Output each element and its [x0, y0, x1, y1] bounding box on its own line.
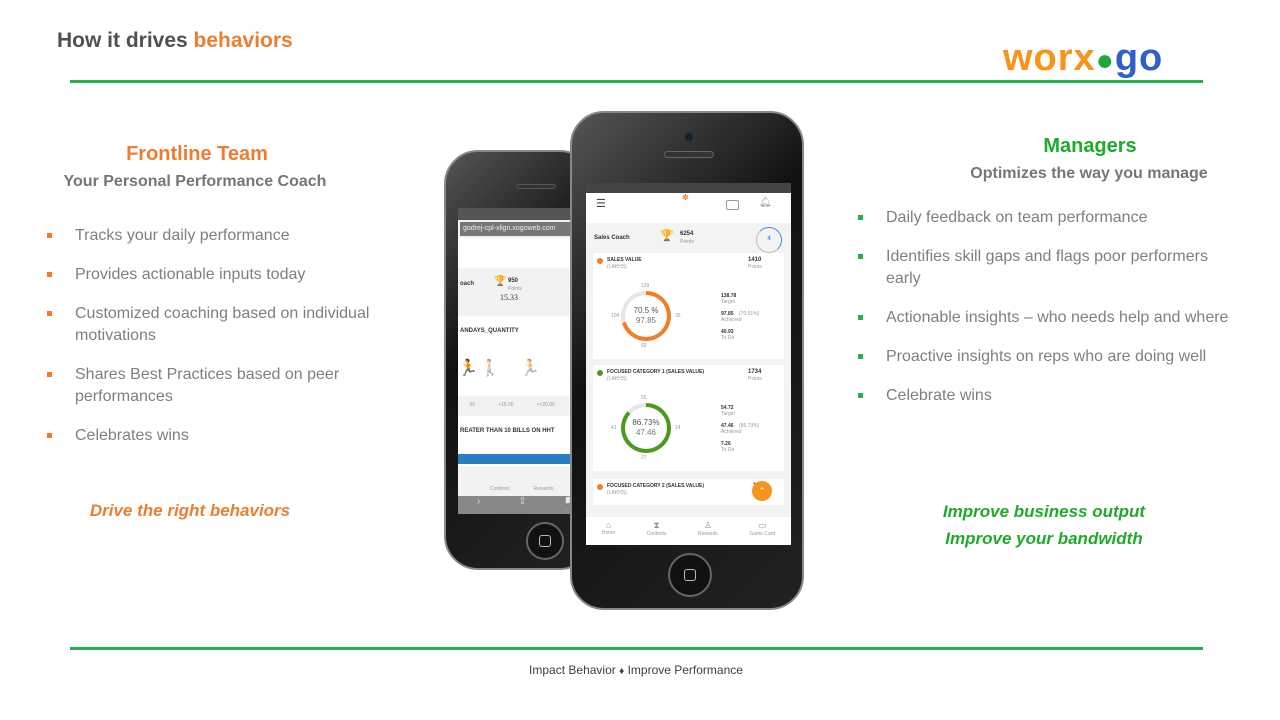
nav-item[interactable]: Rewards: [534, 486, 554, 492]
nav-item-home[interactable]: ⌂ Home: [602, 520, 615, 545]
bullet-item: Identifies skill gaps and flags poor per…: [858, 246, 1238, 290]
nav-item[interactable]: Contests: [490, 486, 510, 492]
front-phone-image: ☰ ✲ 🔔︎ Sales Coach 🏆 6254 Points 4 SALES…: [570, 111, 804, 610]
bullet-item: Provides actionable inputs today: [47, 264, 397, 286]
managers-bullets: Daily feedback on team performance Identi…: [858, 207, 1238, 424]
camera: [685, 133, 693, 141]
footer: Impact Behavior ♦ Improve Performance: [529, 663, 743, 677]
bullet-item: Celebrates wins: [47, 425, 397, 447]
bullet-marker: [47, 272, 52, 277]
nav-item-game-card[interactable]: ▭ Game Card: [749, 520, 775, 545]
home-button: [526, 522, 564, 560]
metric-card[interactable]: FOCUSED CATEGORY 1 (SALES VALUE) (LAKHS) 1…: [593, 365, 784, 471]
step-label: 00: [469, 402, 476, 408]
bullet-marker: [858, 315, 863, 320]
managers-heading: Managers: [1043, 135, 1137, 157]
managers-tagline-2: Improve your bandwidth: [945, 529, 1143, 548]
runner-icon: 🏃: [520, 360, 540, 377]
home-button: [668, 553, 712, 597]
bullet-item: Celebrate wins: [858, 385, 1238, 407]
bullet-item: Shares Best Practices based on peer perf…: [47, 364, 397, 408]
walker-icon: 🚶: [480, 360, 500, 377]
managers-tagline-1: Improve business output: [942, 502, 1146, 521]
bullet-item: Actionable insights – who needs help and…: [858, 307, 1238, 329]
bullet-marker: [47, 233, 52, 238]
speaker-grille: [516, 184, 556, 189]
runner-icon: 🏃: [458, 360, 478, 377]
frontline-heading: Frontline Team: [126, 143, 268, 165]
slide-title: How it drives behaviors: [57, 29, 293, 52]
worxogo-logo: worx●go: [1003, 37, 1164, 79]
trophy-icon: 🏆: [660, 230, 674, 242]
chat-icon[interactable]: [726, 200, 739, 210]
bullet-marker: [858, 254, 863, 259]
bottom-divider: [70, 647, 1203, 650]
managers-subheading: Optimizes the way you manage: [970, 165, 1208, 182]
bullet-marker: [47, 372, 52, 377]
nav-item-contests[interactable]: ⧗ Contests: [647, 520, 667, 545]
frontline-tagline: Drive the right behaviors: [89, 501, 291, 520]
top-divider: [70, 80, 1203, 83]
bullet-item: Tracks your daily performance: [47, 225, 397, 247]
trophy-icon: 🏆: [494, 276, 507, 287]
frontline-subheading: Your Personal Performance Coach: [63, 173, 327, 190]
scroll-up-button[interactable]: ⌃: [752, 481, 772, 501]
share-icon: ⇪: [518, 496, 527, 507]
speaker-grille: [664, 151, 714, 158]
bullet-marker: [47, 311, 52, 316]
app-logo: ✲: [682, 193, 689, 202]
bell-icon[interactable]: 🔔︎: [759, 197, 772, 208]
bullet-marker: [858, 393, 863, 398]
nav-item-rewards[interactable]: ♙ Rewards: [698, 520, 718, 545]
bullet-item: Customized coaching based on individual …: [47, 303, 397, 347]
front-phone-screen: ☰ ✲ 🔔︎ Sales Coach 🏆 6254 Points 4 SALES…: [586, 183, 791, 545]
frontline-bullets: Tracks your daily performance Provides ac…: [47, 225, 397, 464]
metric-card[interactable]: SALES VALUE (LAKHS) 1410 Points 70.5 % 97.85 1…: [593, 253, 784, 359]
goal-badge[interactable]: 4: [756, 227, 782, 253]
bullet-marker: [858, 354, 863, 359]
step-label: <<20.00: [536, 402, 555, 408]
menu-icon[interactable]: ☰: [596, 197, 606, 210]
bullet-item: Daily feedback on team performance: [858, 207, 1238, 229]
bullet-marker: [47, 433, 52, 438]
bullet-item: Proactive insights on reps who are doing…: [858, 346, 1238, 368]
step-label: +15.00: [498, 402, 514, 408]
bullet-marker: [858, 215, 863, 220]
